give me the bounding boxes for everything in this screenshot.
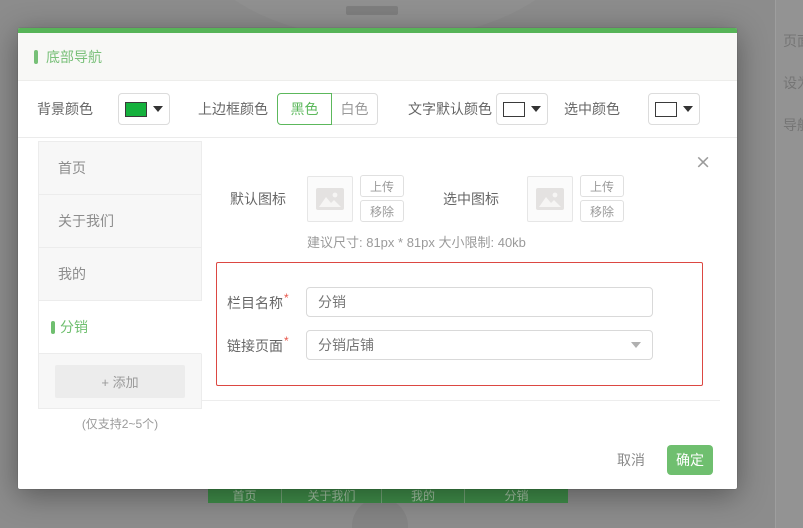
dimmed-right-settings-panel: 页面 设为 导航 [775, 0, 803, 528]
border-color-white-button[interactable]: 白色 [332, 93, 378, 125]
icon-size-hint: 建议尺寸: 81px * 81px 大小限制: 40kb [307, 235, 526, 250]
selected-icon-label: 选中图标 [443, 190, 499, 207]
tab-home[interactable]: 首页 [39, 142, 202, 195]
chevron-down-icon [531, 106, 541, 112]
active-tab-indicator [51, 320, 55, 334]
add-nav-item-button[interactable]: + 添加 [55, 365, 185, 398]
confirm-button[interactable]: 确定 [667, 445, 713, 475]
bg-color-label: 背景颜色 [37, 101, 93, 117]
dialog-title: 底部导航 [46, 48, 102, 65]
required-asterisk: * [284, 334, 289, 348]
bg-color-swatch [125, 101, 147, 117]
panel-bottom-area: + 添加 [39, 354, 202, 408]
bg-color-picker[interactable] [118, 93, 170, 125]
chevron-down-icon [153, 106, 163, 112]
selected-icon-actions: 上传 移除 [580, 175, 624, 222]
link-page-select[interactable]: 分销店铺 [306, 330, 653, 360]
name-input[interactable] [306, 287, 653, 317]
border-color-black-button[interactable]: 黑色 [277, 93, 332, 125]
required-asterisk: * [284, 291, 289, 305]
default-icon-placeholder[interactable] [307, 175, 353, 222]
image-placeholder-icon [536, 187, 564, 210]
chevron-down-icon [631, 342, 641, 348]
dimmed-nav-item: 关于我们 [282, 487, 382, 503]
link-field-row: 链接页面* 分销店铺 [227, 330, 653, 360]
active-color-picker[interactable] [648, 93, 700, 125]
dialog-header: 底部导航 [18, 33, 737, 81]
icon-upload-row: 默认图标 上传 移除 选中图标 上传 移除 [216, 175, 703, 222]
color-settings-row: 背景颜色 上边框颜色 黑色 白色 文字默认颜色 选中颜色 [18, 81, 737, 138]
title-accent-icon [34, 49, 38, 64]
selected-icon-remove-button[interactable]: 移除 [580, 200, 624, 222]
default-icon-remove-button[interactable]: 移除 [360, 200, 404, 222]
dimmed-header-text [346, 6, 398, 15]
active-color-swatch [655, 101, 677, 117]
tab-about[interactable]: 关于我们 [39, 195, 202, 248]
link-page-value: 分销店铺 [318, 337, 374, 353]
nav-items-list: 首页 关于我们 我的 分销 + 添加 [38, 141, 202, 409]
selected-icon-placeholder[interactable] [527, 175, 573, 222]
dialog-body: 首页 关于我们 我的 分销 + 添加 (仅支持2~5个) 默认图标 上传 移除 … [18, 138, 737, 432]
nav-item-form-highlight: 栏目名称* 链接页面* 分销店铺 [216, 262, 703, 386]
dimmed-nav-item: 我的 [382, 487, 465, 503]
nav-item-editor: 默认图标 上传 移除 选中图标 上传 移除 建议尺寸: 81px * 81px … [202, 138, 737, 386]
selected-icon-upload-button[interactable]: 上传 [580, 175, 624, 197]
dimmed-nav-item: 分销 [504, 488, 529, 503]
dimmed-panel-label: 页面 [783, 33, 803, 49]
name-field-row: 栏目名称* [227, 287, 653, 317]
tab-mine[interactable]: 我的 [39, 248, 202, 301]
active-color-label: 选中颜色 [564, 101, 620, 117]
default-icon-upload-button[interactable]: 上传 [360, 175, 404, 197]
text-color-swatch [503, 101, 525, 117]
link-field-label: 链接页面* [227, 334, 289, 354]
dimmed-bottom-nav-preview: 首页 关于我们 我的 分销 [208, 487, 568, 503]
cancel-button[interactable]: 取消 [617, 450, 645, 470]
default-icon-label: 默认图标 [230, 190, 286, 207]
nav-count-limit-hint: (仅支持2~5个) [81, 417, 159, 431]
text-color-label: 文字默认颜色 [408, 101, 492, 117]
bottom-nav-dialog: 底部导航 背景颜色 上边框颜色 黑色 白色 文字默认颜色 选中颜色 首页 关于我… [18, 28, 737, 489]
border-color-label: 上边框颜色 [198, 101, 268, 117]
dialog-footer: 取消 确定 [617, 445, 713, 475]
dimmed-panel-label: 导航 [783, 117, 803, 133]
body-footer-divider [202, 400, 720, 401]
tab-label: 分销 [60, 319, 88, 335]
nav-items-column: 首页 关于我们 我的 分销 + 添加 (仅支持2~5个) [38, 141, 202, 432]
default-icon-actions: 上传 移除 [360, 175, 404, 222]
chevron-down-icon [683, 106, 693, 112]
close-icon[interactable]: × [695, 153, 711, 172]
tab-distribution-selected[interactable]: 分销 [39, 301, 202, 354]
name-field-label: 栏目名称* [227, 291, 289, 311]
dimmed-nav-item: 首页 [208, 487, 282, 503]
image-placeholder-icon [316, 187, 344, 210]
dimmed-panel-label: 设为 [783, 75, 803, 91]
text-color-picker[interactable] [496, 93, 548, 125]
